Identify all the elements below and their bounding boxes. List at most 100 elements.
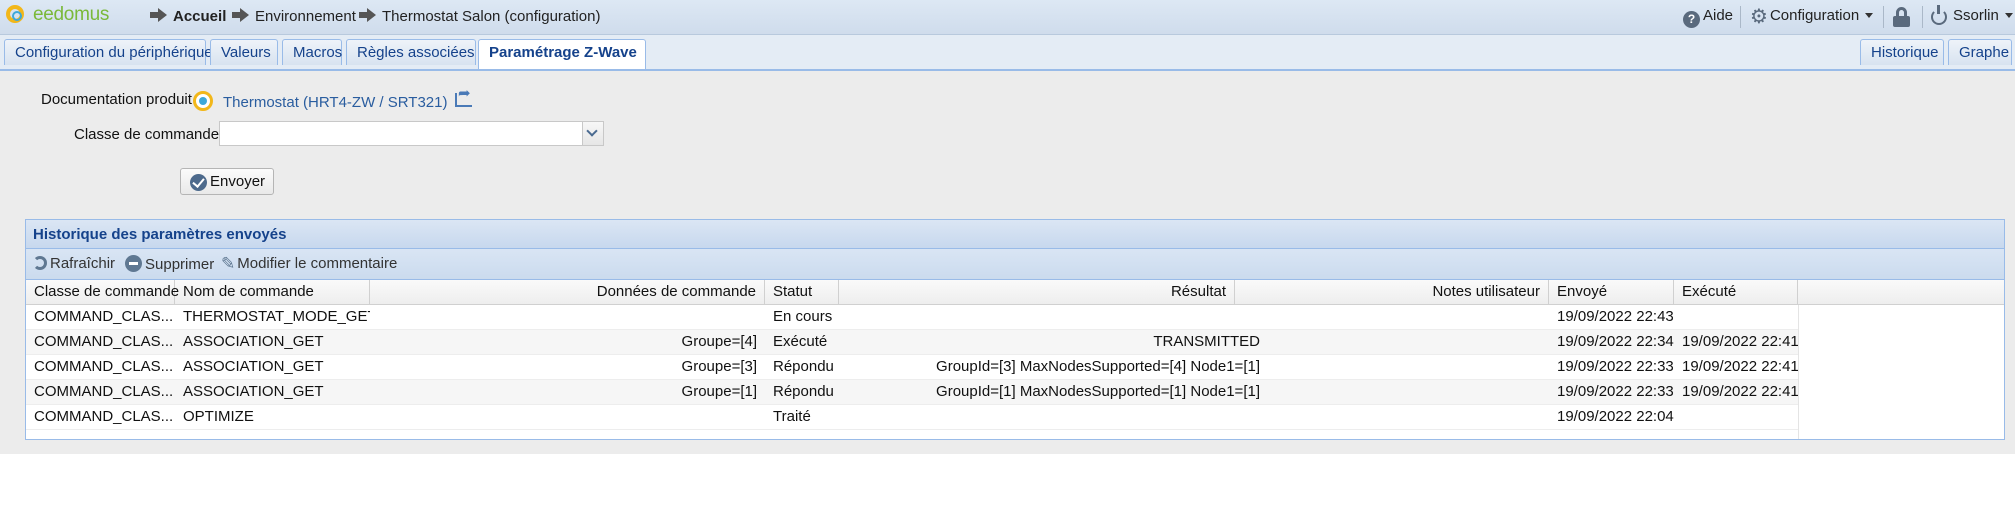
table-row[interactable]: COMMAND_CLAS... ASSOCIATION_GET Groupe=[… — [26, 355, 1798, 380]
check-circle-icon — [190, 174, 207, 191]
cell-command-name: OPTIMIZE — [183, 408, 254, 425]
breadcrumb-environment[interactable]: Environnement — [232, 8, 356, 25]
cell-result: TRANSMITTED — [1153, 333, 1260, 350]
tab-associated-rules[interactable]: Règles associées — [346, 39, 476, 65]
tab-history[interactable]: Historique — [1860, 39, 1944, 65]
tab-values[interactable]: Valeurs — [210, 39, 278, 65]
cell-result: GroupId=[3] MaxNodesSupported=[4] Node1=… — [936, 358, 1260, 375]
cell-status: Répondu — [773, 383, 834, 400]
help-label: Aide — [1703, 7, 1734, 24]
grid-header-row: Classe de commande Nom de commande Donné… — [26, 280, 2004, 305]
cell-command-name: THERMOSTAT_MODE_GET — [183, 308, 370, 325]
cell-command-class: COMMAND_CLAS... — [34, 308, 174, 325]
cell-sent: 19/09/2022 22:34 — [1557, 333, 1674, 350]
tab-strip: Configuration du périphérique Valeurs Ma… — [0, 35, 2015, 71]
cell-status: Exécuté — [773, 333, 828, 350]
cell-sent: 19/09/2022 22:33 — [1557, 383, 1674, 400]
cell-result — [839, 405, 1268, 429]
table-row[interactable]: COMMAND_CLAS... ASSOCIATION_GET Groupe=[… — [26, 380, 1798, 405]
cell-executed: 19/09/2022 22:41 — [1682, 358, 1798, 375]
top-bar: eedomus Accueil Environnement Thermostat… — [0, 0, 2015, 35]
history-toolbar: Rafraîchir Supprimer ✎ Modifier le commen… — [26, 249, 2004, 280]
tab-label: Macros — [293, 44, 343, 61]
table-row[interactable]: COMMAND_CLAS... OPTIMIZE Traité 19/09/20… — [26, 405, 1798, 430]
gear-icon: ⚙ — [1750, 6, 1768, 28]
tab-label: Règles associées — [357, 44, 475, 61]
column-header[interactable]: Données de commande — [370, 280, 765, 304]
delete-label: Supprimer — [145, 256, 215, 273]
history-grid: Historique des paramètres envoyés Rafraî… — [25, 219, 2005, 440]
send-button-label: Envoyer — [210, 173, 266, 190]
cell-executed: 19/09/2022 22:41 — [1682, 383, 1798, 400]
column-header[interactable]: Exécuté — [1674, 280, 1798, 304]
tab-label: Graphe — [1959, 44, 2010, 61]
history-header: Historique des paramètres envoyés — [26, 220, 2004, 249]
cell-command-class: COMMAND_CLAS... — [34, 358, 174, 375]
cell-executed: 19/09/2022 22:41 — [1682, 333, 1798, 350]
product-doc-link[interactable]: Thermostat (HRT4-ZW / SRT321) — [223, 94, 448, 111]
zwave-settings-panel: Documentation produit Thermostat (HRT4-Z… — [0, 71, 2015, 454]
tab-zwave-settings[interactable]: Paramétrage Z-Wave — [478, 39, 646, 69]
cell-status: Répondu — [773, 358, 834, 375]
cell-notes — [1235, 305, 1549, 329]
send-button[interactable]: Envoyer — [180, 168, 274, 195]
command-class-select[interactable] — [219, 121, 604, 146]
tab-macros[interactable]: Macros — [282, 39, 342, 65]
column-header[interactable]: Notes utilisateur — [1235, 280, 1549, 304]
cell-command-class: COMMAND_CLAS... — [34, 333, 174, 350]
lock-icon[interactable] — [1893, 7, 1910, 27]
doc-label: Documentation produit — [41, 91, 192, 108]
configuration-menu[interactable]: ⚙ Configuration — [1750, 6, 1874, 28]
cell-sent: 19/09/2022 22:33 — [1557, 358, 1674, 375]
external-link-icon[interactable] — [455, 84, 472, 107]
cell-result: GroupId=[1] MaxNodesSupported=[1] Node1=… — [936, 383, 1260, 400]
separator — [1740, 6, 1741, 28]
edit-comment-label: Modifier le commentaire — [237, 255, 398, 272]
command-class-label: Classe de commande — [74, 126, 220, 143]
breadcrumb-current: Thermostat Salon (configuration) — [359, 8, 600, 25]
chevron-down-icon — [2004, 13, 2013, 18]
tab-label: Paramétrage Z-Wave — [489, 44, 637, 61]
tab-graph[interactable]: Graphe — [1948, 39, 2012, 65]
command-class-value — [220, 122, 236, 146]
delete-button[interactable]: Supprimer — [125, 255, 214, 273]
arrow-right-icon — [359, 8, 376, 22]
cell-result — [839, 305, 1268, 329]
chevron-down-icon[interactable] — [582, 122, 603, 145]
help-button[interactable]: ? Aide — [1683, 7, 1733, 28]
column-header[interactable]: Statut — [765, 280, 839, 304]
cell-executed — [1674, 405, 1798, 429]
cell-executed — [1674, 305, 1798, 329]
pencil-icon: ✎ — [221, 254, 236, 273]
cell-command-data: Groupe=[1] — [681, 383, 757, 400]
tab-label: Valeurs — [221, 44, 271, 61]
separator — [1883, 6, 1884, 28]
minus-circle-icon — [125, 255, 142, 272]
arrow-right-icon — [150, 8, 167, 22]
arrow-right-icon — [232, 8, 249, 22]
tab-device-config[interactable]: Configuration du périphérique — [4, 39, 213, 65]
column-header[interactable]: Envoyé — [1549, 280, 1674, 304]
cell-notes — [1235, 355, 1549, 379]
eedomus-doc-icon — [193, 91, 213, 111]
user-menu[interactable]: Ssorlin — [1953, 7, 2013, 24]
cell-command-name: ASSOCIATION_GET — [183, 333, 324, 350]
history-title: Historique des paramètres envoyés — [33, 226, 287, 243]
cell-command-name: ASSOCIATION_GET — [183, 383, 324, 400]
table-row[interactable]: COMMAND_CLAS... THERMOSTAT_MODE_GET En c… — [26, 305, 1798, 330]
column-header[interactable]: Nom de commande — [175, 280, 370, 304]
breadcrumb-home[interactable]: Accueil — [150, 8, 226, 25]
cell-notes — [1235, 405, 1549, 429]
table-row[interactable]: COMMAND_CLAS... ASSOCIATION_GET Groupe=[… — [26, 330, 1798, 355]
grid-column-end — [1798, 305, 1799, 439]
edit-comment-button[interactable]: ✎ Modifier le commentaire — [221, 255, 397, 272]
tab-label: Historique — [1871, 44, 1939, 61]
cell-command-data: Groupe=[4] — [681, 333, 757, 350]
cell-status: En cours — [773, 308, 833, 325]
cell-command-data — [370, 405, 765, 429]
chevron-down-icon — [1865, 13, 1874, 18]
refresh-button[interactable]: Rafraîchir — [33, 255, 115, 272]
cell-notes — [1235, 330, 1549, 354]
column-header[interactable]: Classe de commande — [26, 280, 179, 304]
column-header[interactable]: Résultat — [839, 280, 1235, 304]
